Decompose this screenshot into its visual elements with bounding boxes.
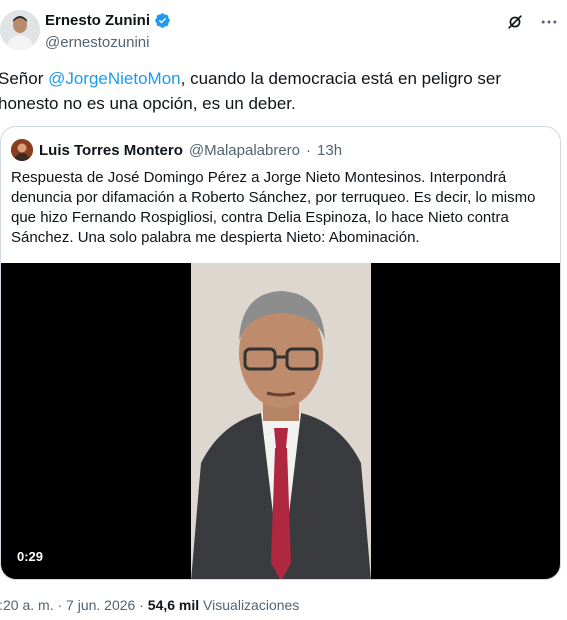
verified-badge-icon — [155, 13, 170, 28]
video-player[interactable]: 0:29 — [1, 263, 560, 579]
quote-text: Respuesta de José Domingo Pérez a Jorge … — [11, 169, 536, 246]
tweet-text: Señor @JorgeNietoMon, cuando la democrac… — [0, 66, 558, 116]
tweet-date[interactable]: 7 jun. 2026 — [66, 597, 135, 613]
mention-link[interactable]: @JorgeNietoMon — [48, 69, 181, 88]
tweet-time[interactable]: l:20 a. m. — [0, 597, 54, 613]
quote-header: Luis Torres Montero @Malapalabrero · 13h — [11, 139, 342, 161]
quote-author-handle[interactable]: @Malapalabrero — [189, 142, 300, 159]
video-thumbnail[interactable] — [191, 263, 371, 579]
quote-timestamp[interactable]: 13h — [317, 142, 342, 159]
views-label: Visualizaciones — [199, 597, 300, 613]
author-avatar[interactable] — [0, 10, 40, 50]
author-handle[interactable]: @ernestozunini — [45, 34, 149, 51]
video-duration: 0:29 — [17, 549, 44, 564]
quote-separator: · — [306, 141, 312, 159]
grok-icon[interactable] — [505, 12, 525, 32]
quote-avatar[interactable] — [11, 139, 33, 161]
quoted-tweet[interactable]: Luis Torres Montero @Malapalabrero · 13h… — [0, 126, 561, 580]
tweet-meta: l:20 a. m. · 7 jun. 2026 · 54,6 mil Visu… — [0, 597, 299, 613]
more-icon[interactable] — [539, 12, 559, 32]
tweet-text-before: Señor — [0, 69, 49, 88]
author-name[interactable]: Ernesto Zunini — [45, 12, 171, 29]
quote-author-name[interactable]: Luis Torres Montero — [39, 142, 183, 159]
views-count: 54,6 mil — [147, 597, 200, 613]
meta-separator: · — [135, 597, 148, 613]
meta-separator: · — [53, 597, 67, 613]
author-name-text[interactable]: Ernesto Zunini — [45, 12, 150, 29]
